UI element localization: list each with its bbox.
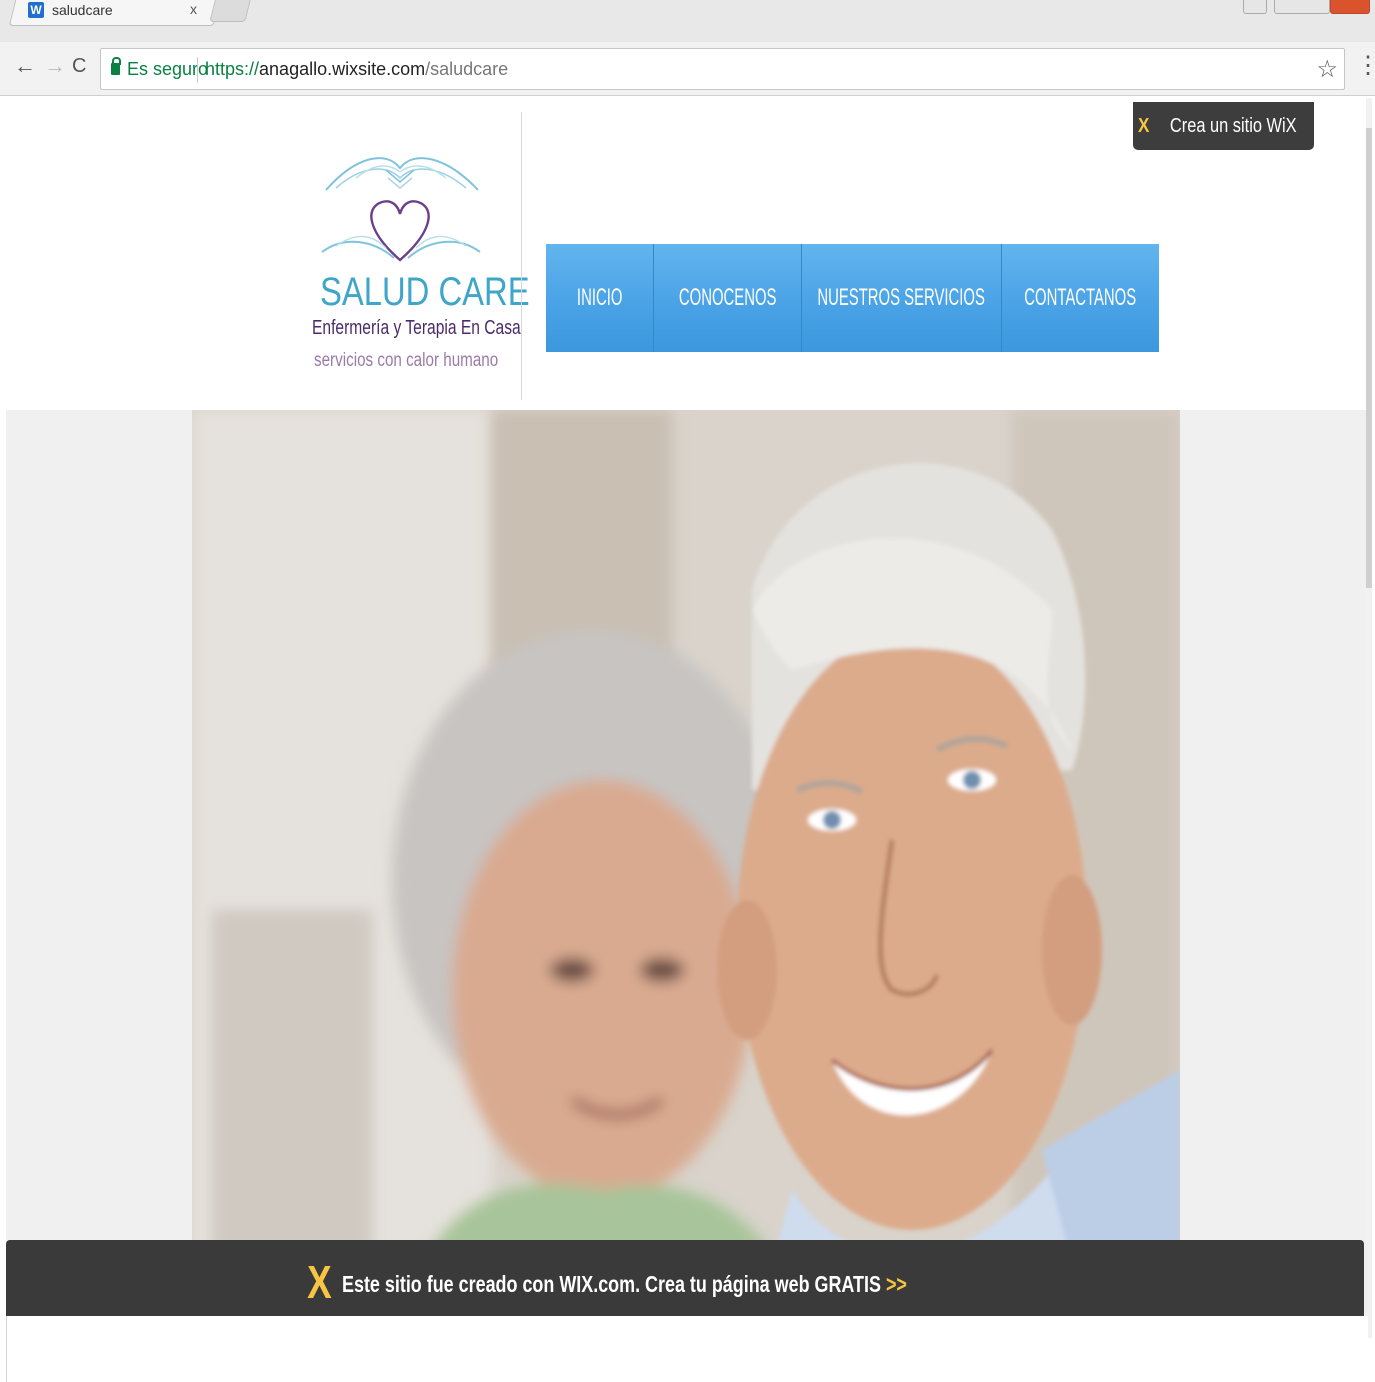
- header-divider: [521, 112, 522, 400]
- main-navigation: INICIO CONOCENOS NUESTROS SERVICIOS CONT…: [546, 244, 1159, 352]
- tab-strip: W saludcare x: [0, 0, 1375, 42]
- nav-label: CONOCENOS: [678, 284, 777, 311]
- wix-promo-banner[interactable]: X Este sitio fue creado con WIX.com. Cre…: [6, 1240, 1364, 1316]
- wix-promo-label: Este sitio fue creado con WIX.com. Crea …: [342, 1270, 882, 1297]
- nav-item-nuestros-servicios[interactable]: NUESTROS SERVICIOS: [802, 244, 1002, 352]
- browser-toolbar: ← → C Es seguro https://anagallo.wixsite…: [0, 42, 1375, 96]
- star-icon[interactable]: ☆: [1316, 55, 1338, 84]
- nav-item-inicio[interactable]: INICIO: [546, 244, 654, 352]
- wix-favicon-icon: W: [28, 2, 44, 18]
- back-button[interactable]: ←: [14, 52, 36, 80]
- nav-label: CONTACTANOS: [1024, 284, 1137, 311]
- wix-x-icon: X: [306, 1256, 332, 1308]
- browser-menu-icon[interactable]: ⋮: [1356, 52, 1375, 80]
- browser-window: W saludcare x ← → C Es seguro https://an…: [0, 0, 1375, 1382]
- url-path: /saludcare: [425, 59, 509, 79]
- scrollbar-thumb[interactable]: [1366, 128, 1372, 588]
- url-host: anagallo.wixsite.com: [259, 59, 426, 79]
- wix-promo-text: Este sitio fue creado con WIX.com. Crea …: [342, 1271, 907, 1298]
- create-wix-site-button[interactable]: X Crea un sitio WiX: [1133, 102, 1314, 150]
- page-bottom-area: [6, 1316, 1368, 1382]
- lock-icon: [111, 57, 121, 75]
- url-text[interactable]: https://anagallo.wixsite.com/saludcare: [205, 59, 508, 80]
- nav-item-conocenos[interactable]: CONOCENOS: [654, 244, 802, 352]
- forward-button[interactable]: →: [44, 52, 66, 80]
- hero-image: [192, 410, 1180, 1338]
- reload-button[interactable]: C: [72, 52, 86, 80]
- tab-title: saludcare: [52, 2, 113, 18]
- brand-name: SALUD CARE: [320, 270, 530, 314]
- web-page: SALUD CARE Enfermería y Terapia En Casa …: [6, 98, 1368, 1338]
- tab-content: W saludcare: [28, 0, 113, 20]
- wix-promo-arrow: >>: [886, 1270, 908, 1297]
- minimize-button[interactable]: [1243, 0, 1267, 14]
- secure-label: Es seguro: [127, 59, 209, 79]
- url-divider: [197, 57, 198, 83]
- maximize-button[interactable]: [1274, 0, 1330, 14]
- url-scheme: https://: [205, 59, 260, 79]
- nav-item-contactanos[interactable]: CONTACTANOS: [1002, 244, 1159, 352]
- heart-hands-logo-icon: [321, 157, 481, 262]
- elderly-couple-photo: [192, 410, 1180, 1338]
- wix-badge-label: Crea un sitio WiX: [1169, 114, 1297, 137]
- close-window-button[interactable]: [1330, 0, 1370, 14]
- new-tab-button[interactable]: [209, 0, 251, 22]
- site-logo[interactable]: SALUD CARE Enfermería y Terapia En Casa …: [306, 148, 530, 372]
- nav-label: NUESTROS SERVICIOS: [817, 284, 986, 311]
- address-bar[interactable]: Es seguro https://anagallo.wixsite.com/s…: [100, 48, 1345, 90]
- tab-close-icon[interactable]: x: [190, 0, 197, 18]
- wix-x-icon: X: [1137, 114, 1149, 137]
- brand-tagline: servicios con calor humano: [314, 350, 499, 371]
- nav-label: INICIO: [576, 284, 623, 311]
- brand-subtitle: Enfermería y Terapia En Casa: [312, 317, 521, 339]
